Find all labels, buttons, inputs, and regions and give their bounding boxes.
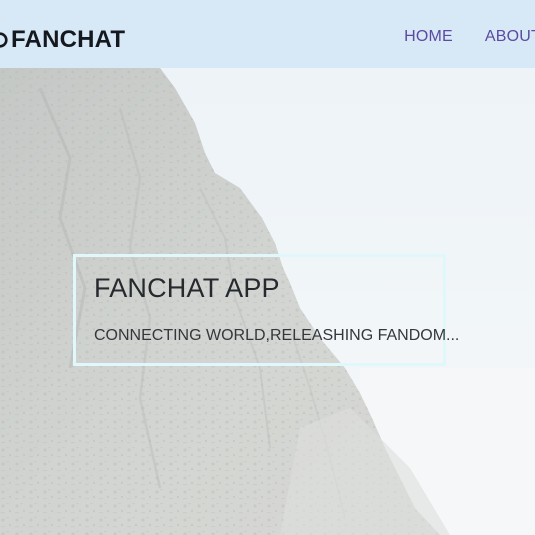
brand-logo-link[interactable]: FANCHAT: [0, 22, 125, 58]
main-nav: HOME ABOUT: [404, 28, 535, 46]
hero-subtitle: CONNECTING WORLD,RELEASHING FANDOM...: [94, 327, 460, 344]
hero-section: FANCHAT APP CONNECTING WORLD,RELEASHING …: [0, 68, 535, 535]
page: FANCHAT HOME ABOUT: [0, 0, 535, 535]
hero-caption-box: FANCHAT APP CONNECTING WORLD,RELEASHING …: [73, 254, 459, 366]
brand-name: FANCHAT: [11, 26, 126, 53]
top-navbar: FANCHAT HOME ABOUT: [0, 0, 535, 68]
nav-about-link[interactable]: ABOUT: [485, 28, 535, 46]
chat-bubble-icon: [0, 32, 8, 48]
nav-home-link[interactable]: HOME: [404, 28, 453, 46]
hero-title: FANCHAT APP: [94, 273, 280, 303]
